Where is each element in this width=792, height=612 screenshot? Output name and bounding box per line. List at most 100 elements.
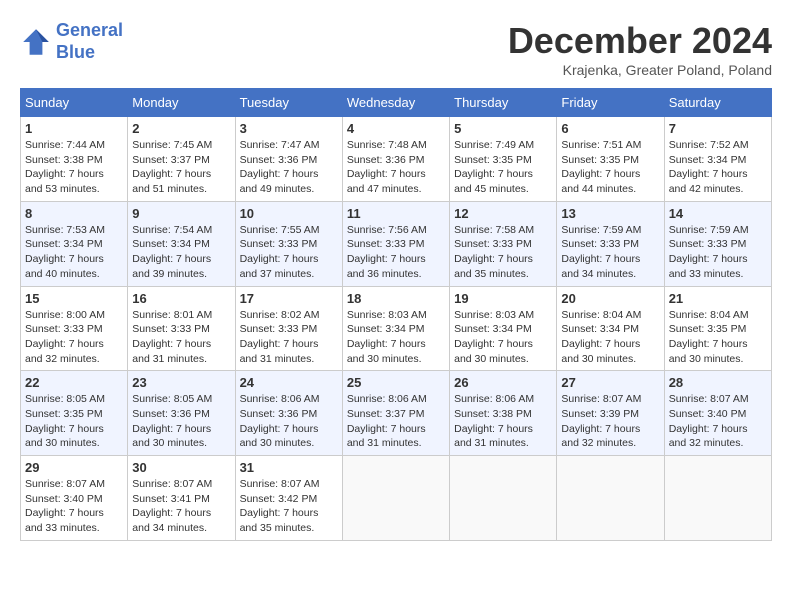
day-number: 12	[454, 206, 552, 221]
day-info: Sunrise: 8:07 AM Sunset: 3:41 PM Dayligh…	[132, 477, 230, 536]
day-info: Sunrise: 7:59 AM Sunset: 3:33 PM Dayligh…	[669, 223, 767, 282]
calendar-cell: 27 Sunrise: 8:07 AM Sunset: 3:39 PM Dayli…	[557, 371, 664, 456]
day-number: 24	[240, 375, 338, 390]
calendar-cell: 21Sunrise: 8:04 AM Sunset: 3:35 PM Dayli…	[664, 286, 771, 371]
calendar-cell: 11 Sunrise: 7:56 AM Sunset: 3:33 PM Dayli…	[342, 201, 449, 286]
day-info: Sunrise: 8:03 AM Sunset: 3:34 PM Dayligh…	[454, 308, 552, 367]
day-number: 20	[561, 291, 659, 306]
calendar-cell: 4 Sunrise: 7:48 AM Sunset: 3:36 PM Daylig…	[342, 117, 449, 202]
day-number: 27	[561, 375, 659, 390]
day-number: 7	[669, 121, 767, 136]
header-monday: Monday	[128, 89, 235, 117]
week-row-5: 29 Sunrise: 8:07 AM Sunset: 3:40 PM Dayli…	[21, 456, 772, 541]
logo: General Blue	[20, 20, 123, 63]
day-number: 9	[132, 206, 230, 221]
day-info: Sunrise: 8:06 AM Sunset: 3:37 PM Dayligh…	[347, 392, 445, 451]
day-number: 1	[25, 121, 123, 136]
day-number: 28	[669, 375, 767, 390]
header-sunday: Sunday	[21, 89, 128, 117]
day-number: 2	[132, 121, 230, 136]
calendar-cell: 23 Sunrise: 8:05 AM Sunset: 3:36 PM Dayli…	[128, 371, 235, 456]
day-number: 11	[347, 206, 445, 221]
day-number: 4	[347, 121, 445, 136]
day-number: 21	[669, 291, 767, 306]
day-info: Sunrise: 8:04 AM Sunset: 3:34 PM Dayligh…	[561, 308, 659, 367]
day-number: 10	[240, 206, 338, 221]
day-number: 25	[347, 375, 445, 390]
location: Krajenka, Greater Poland, Poland	[508, 62, 772, 78]
day-info: Sunrise: 8:05 AM Sunset: 3:36 PM Dayligh…	[132, 392, 230, 451]
day-info: Sunrise: 7:54 AM Sunset: 3:34 PM Dayligh…	[132, 223, 230, 282]
day-number: 5	[454, 121, 552, 136]
day-info: Sunrise: 7:55 AM Sunset: 3:33 PM Dayligh…	[240, 223, 338, 282]
week-row-3: 15Sunrise: 8:00 AM Sunset: 3:33 PM Dayli…	[21, 286, 772, 371]
calendar-cell: 13Sunrise: 7:59 AM Sunset: 3:33 PM Dayli…	[557, 201, 664, 286]
calendar-cell: 1 Sunrise: 7:44 AM Sunset: 3:38 PM Daylig…	[21, 117, 128, 202]
day-number: 22	[25, 375, 123, 390]
calendar-cell: 30 Sunrise: 8:07 AM Sunset: 3:41 PM Dayli…	[128, 456, 235, 541]
day-info: Sunrise: 7:47 AM Sunset: 3:36 PM Dayligh…	[240, 138, 338, 197]
calendar-cell: 19 Sunrise: 8:03 AM Sunset: 3:34 PM Dayli…	[450, 286, 557, 371]
day-number: 30	[132, 460, 230, 475]
day-number: 16	[132, 291, 230, 306]
calendar-cell: 8Sunrise: 7:53 AM Sunset: 3:34 PM Daylig…	[21, 201, 128, 286]
day-number: 17	[240, 291, 338, 306]
day-number: 19	[454, 291, 552, 306]
calendar-cell	[342, 456, 449, 541]
calendar-cell: 31 Sunrise: 8:07 AM Sunset: 3:42 PM Dayli…	[235, 456, 342, 541]
day-number: 15	[25, 291, 123, 306]
day-number: 23	[132, 375, 230, 390]
calendar-cell: 15Sunrise: 8:00 AM Sunset: 3:33 PM Dayli…	[21, 286, 128, 371]
day-info: Sunrise: 7:58 AM Sunset: 3:33 PM Dayligh…	[454, 223, 552, 282]
day-info: Sunrise: 7:48 AM Sunset: 3:36 PM Dayligh…	[347, 138, 445, 197]
calendar-cell: 18 Sunrise: 8:03 AM Sunset: 3:34 PM Dayli…	[342, 286, 449, 371]
day-info: Sunrise: 7:52 AM Sunset: 3:34 PM Dayligh…	[669, 138, 767, 197]
day-info: Sunrise: 8:07 AM Sunset: 3:42 PM Dayligh…	[240, 477, 338, 536]
day-number: 31	[240, 460, 338, 475]
calendar-cell: 25 Sunrise: 8:06 AM Sunset: 3:37 PM Dayli…	[342, 371, 449, 456]
day-info: Sunrise: 7:49 AM Sunset: 3:35 PM Dayligh…	[454, 138, 552, 197]
week-row-4: 22Sunrise: 8:05 AM Sunset: 3:35 PM Dayli…	[21, 371, 772, 456]
logo-text: General Blue	[56, 20, 123, 63]
day-info: Sunrise: 7:44 AM Sunset: 3:38 PM Dayligh…	[25, 138, 123, 197]
calendar-cell: 26 Sunrise: 8:06 AM Sunset: 3:38 PM Dayli…	[450, 371, 557, 456]
calendar-cell: 14 Sunrise: 7:59 AM Sunset: 3:33 PM Dayli…	[664, 201, 771, 286]
calendar-cell: 12 Sunrise: 7:58 AM Sunset: 3:33 PM Dayli…	[450, 201, 557, 286]
calendar: Sunday Monday Tuesday Wednesday Thursday…	[20, 88, 772, 541]
calendar-cell: 10 Sunrise: 7:55 AM Sunset: 3:33 PM Dayli…	[235, 201, 342, 286]
month-title: December 2024	[508, 20, 772, 62]
calendar-cell	[664, 456, 771, 541]
day-number: 18	[347, 291, 445, 306]
day-info: Sunrise: 8:03 AM Sunset: 3:34 PM Dayligh…	[347, 308, 445, 367]
day-number: 26	[454, 375, 552, 390]
calendar-cell: 6Sunrise: 7:51 AM Sunset: 3:35 PM Daylig…	[557, 117, 664, 202]
calendar-cell	[450, 456, 557, 541]
page-header: General Blue December 2024 Krajenka, Gre…	[20, 20, 772, 78]
day-info: Sunrise: 7:45 AM Sunset: 3:37 PM Dayligh…	[132, 138, 230, 197]
calendar-cell: 29 Sunrise: 8:07 AM Sunset: 3:40 PM Dayli…	[21, 456, 128, 541]
calendar-cell: 20 Sunrise: 8:04 AM Sunset: 3:34 PM Dayli…	[557, 286, 664, 371]
week-row-1: 1 Sunrise: 7:44 AM Sunset: 3:38 PM Daylig…	[21, 117, 772, 202]
calendar-cell: 24 Sunrise: 8:06 AM Sunset: 3:36 PM Dayli…	[235, 371, 342, 456]
day-number: 6	[561, 121, 659, 136]
calendar-cell: 22Sunrise: 8:05 AM Sunset: 3:35 PM Dayli…	[21, 371, 128, 456]
header-saturday: Saturday	[664, 89, 771, 117]
day-info: Sunrise: 8:07 AM Sunset: 3:40 PM Dayligh…	[669, 392, 767, 451]
day-info: Sunrise: 7:53 AM Sunset: 3:34 PM Dayligh…	[25, 223, 123, 282]
day-info: Sunrise: 8:06 AM Sunset: 3:36 PM Dayligh…	[240, 392, 338, 451]
calendar-cell	[557, 456, 664, 541]
header-friday: Friday	[557, 89, 664, 117]
day-info: Sunrise: 8:06 AM Sunset: 3:38 PM Dayligh…	[454, 392, 552, 451]
calendar-cell: 16Sunrise: 8:01 AM Sunset: 3:33 PM Dayli…	[128, 286, 235, 371]
day-number: 14	[669, 206, 767, 221]
day-info: Sunrise: 7:56 AM Sunset: 3:33 PM Dayligh…	[347, 223, 445, 282]
header-wednesday: Wednesday	[342, 89, 449, 117]
day-info: Sunrise: 8:07 AM Sunset: 3:39 PM Dayligh…	[561, 392, 659, 451]
calendar-cell: 17Sunrise: 8:02 AM Sunset: 3:33 PM Dayli…	[235, 286, 342, 371]
calendar-cell: 9 Sunrise: 7:54 AM Sunset: 3:34 PM Daylig…	[128, 201, 235, 286]
day-number: 29	[25, 460, 123, 475]
day-number: 3	[240, 121, 338, 136]
day-info: Sunrise: 8:07 AM Sunset: 3:40 PM Dayligh…	[25, 477, 123, 536]
calendar-cell: 2 Sunrise: 7:45 AM Sunset: 3:37 PM Daylig…	[128, 117, 235, 202]
header-thursday: Thursday	[450, 89, 557, 117]
